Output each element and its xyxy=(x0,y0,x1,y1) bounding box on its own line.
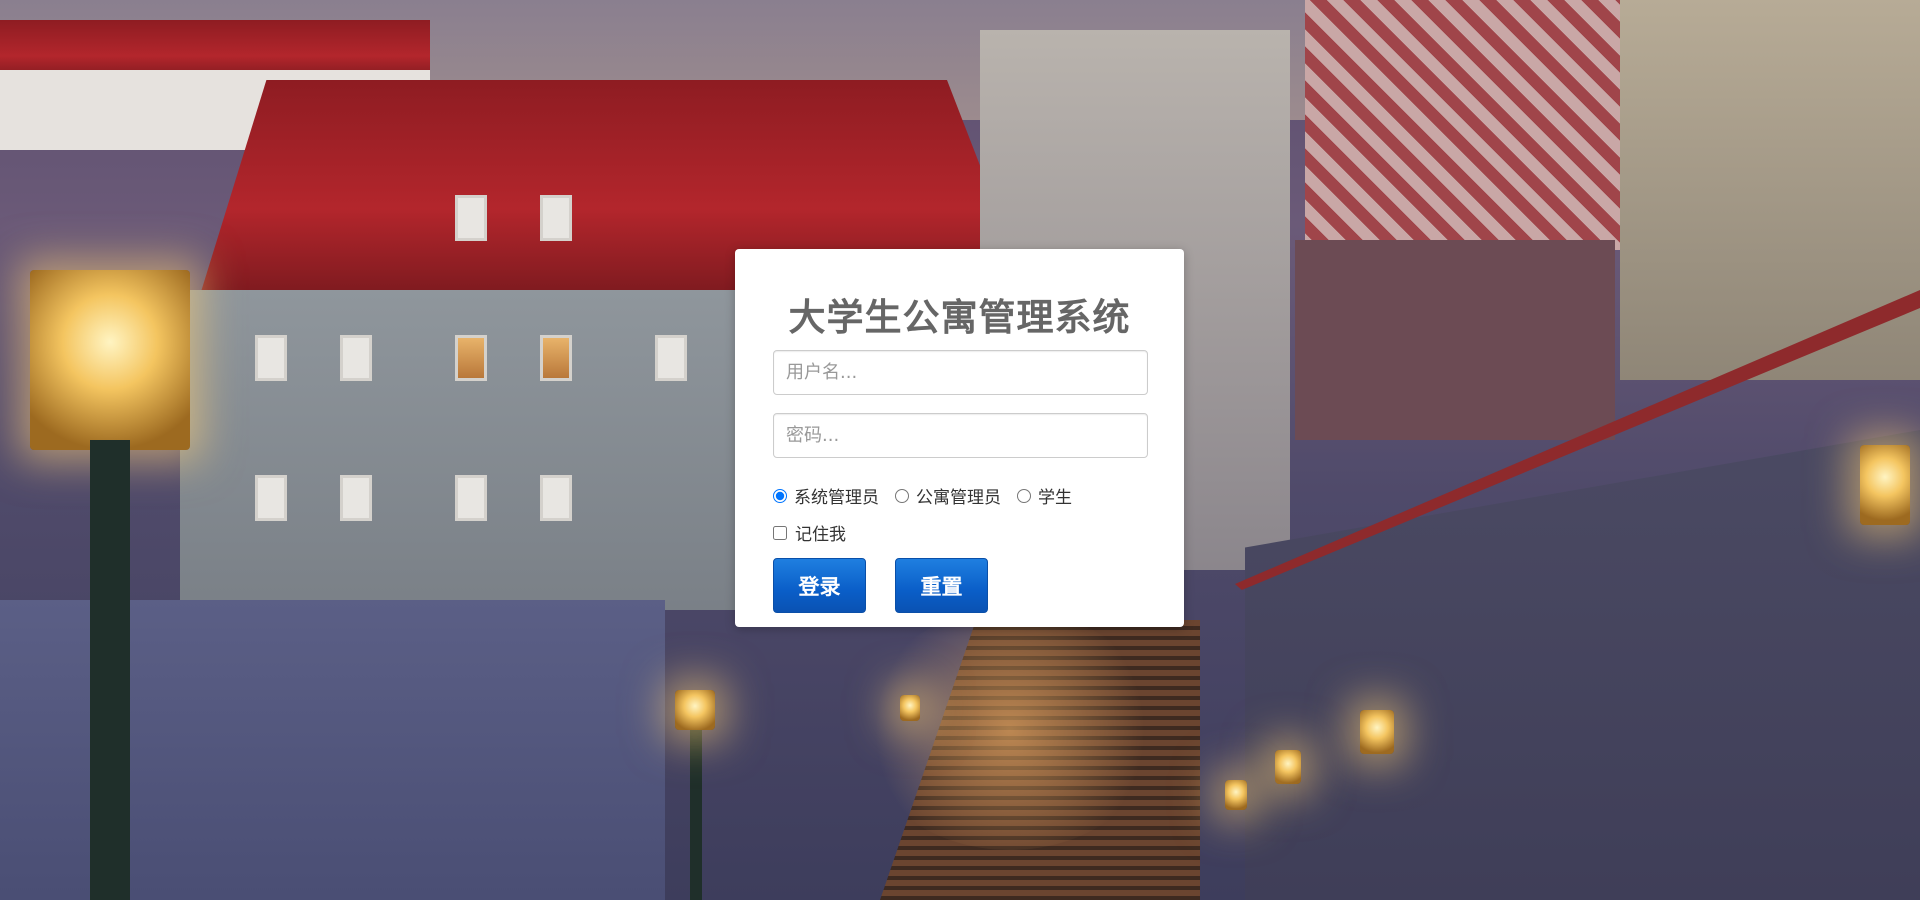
login-card: 大学生公寓管理系统 系统管理员 公寓管理员 学生 记住我 登录 重置 xyxy=(735,249,1184,627)
decorated-building xyxy=(1305,0,1635,250)
remember-me[interactable]: 记住我 xyxy=(773,520,846,545)
username-input[interactable] xyxy=(773,350,1148,395)
role-option-system-admin[interactable]: 系统管理员 xyxy=(773,483,879,508)
login-button[interactable]: 登录 xyxy=(773,558,866,613)
street-lamp xyxy=(1275,750,1301,784)
window xyxy=(455,195,487,241)
background-building xyxy=(1295,240,1615,440)
window xyxy=(540,195,572,241)
role-radio-apartment-admin[interactable] xyxy=(895,488,909,503)
warm-glow xyxy=(860,610,1160,850)
password-input[interactable] xyxy=(773,413,1148,458)
window xyxy=(655,335,687,381)
window xyxy=(255,335,287,381)
remember-me-checkbox[interactable] xyxy=(773,525,787,540)
street-lamp xyxy=(1225,780,1247,810)
role-radio-system-admin[interactable] xyxy=(773,488,787,503)
street-lamp xyxy=(1860,445,1910,525)
street-lamp xyxy=(675,690,715,730)
street-lamp xyxy=(30,270,190,450)
stone-wall xyxy=(1245,430,1920,900)
window xyxy=(255,475,287,521)
window xyxy=(455,335,487,381)
lamp-post xyxy=(90,440,130,900)
window xyxy=(455,475,487,521)
role-label: 学生 xyxy=(1038,488,1072,508)
window xyxy=(540,335,572,381)
reset-button[interactable]: 重置 xyxy=(895,558,988,613)
role-selector: 系统管理员 公寓管理员 学生 xyxy=(773,483,1088,508)
login-page: 大学生公寓管理系统 系统管理员 公寓管理员 学生 记住我 登录 重置 xyxy=(0,0,1920,900)
street-lamp xyxy=(900,695,920,721)
window xyxy=(540,475,572,521)
role-option-apartment-admin[interactable]: 公寓管理员 xyxy=(895,483,1001,508)
role-radio-student[interactable] xyxy=(1017,488,1031,503)
role-label: 公寓管理员 xyxy=(916,488,1001,508)
system-title: 大学生公寓管理系统 xyxy=(788,296,1131,339)
role-option-student[interactable]: 学生 xyxy=(1017,483,1072,508)
window xyxy=(340,335,372,381)
remember-me-label: 记住我 xyxy=(795,525,846,545)
role-label: 系统管理员 xyxy=(794,488,879,508)
street-lamp xyxy=(1360,710,1394,754)
window xyxy=(340,475,372,521)
lamp-post xyxy=(690,700,702,900)
